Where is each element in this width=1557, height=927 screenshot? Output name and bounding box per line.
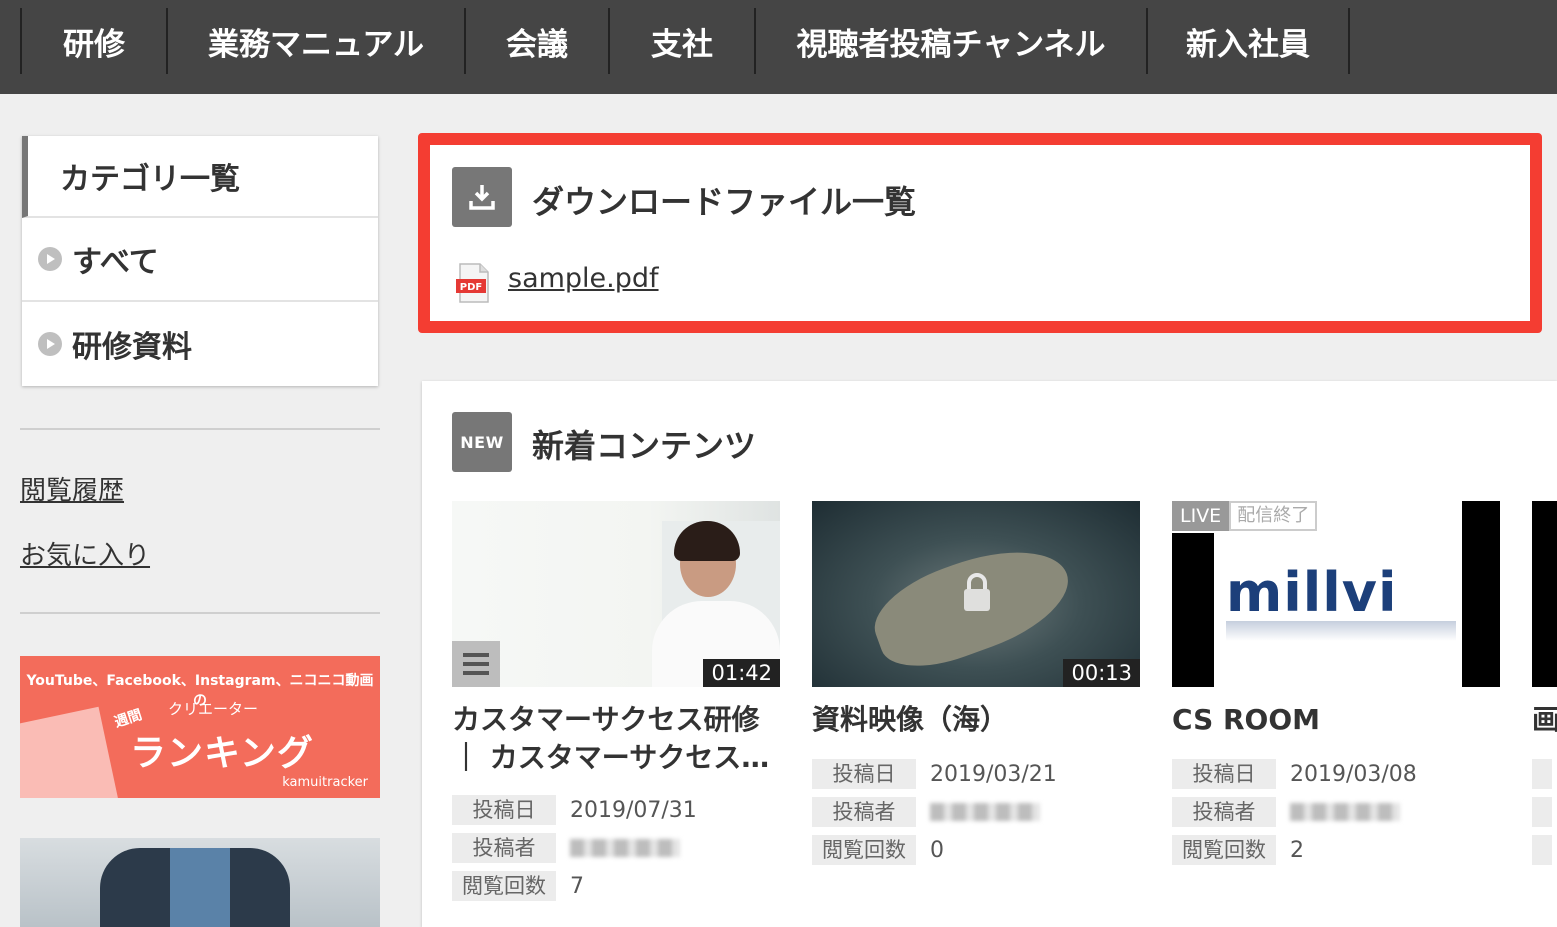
meta-label: 投稿者: [812, 797, 916, 827]
playlist-icon[interactable]: [452, 641, 500, 687]
live-thumbnail: LIVE 配信終了 millvi: [1172, 501, 1500, 687]
meta-views: 閲覧回数 0: [812, 835, 944, 865]
download-panel-title: ダウンロードファイル一覧: [532, 183, 917, 221]
banner-decoration: [20, 706, 120, 798]
meta-label: [1532, 759, 1552, 789]
video-thumbnail: 01:42: [452, 501, 780, 687]
new-contents-panel: NEW 新着コンテンツ 01:42 カスタマーサクセス研修 ｜ カスタマーサクセ…: [422, 381, 1557, 927]
video-thumbnail: [1532, 501, 1557, 687]
content-title[interactable]: 画: [1532, 701, 1557, 739]
new-contents-title: 新着コンテンツ: [532, 427, 757, 465]
category-title: カテゴリ一覧: [22, 136, 378, 218]
meta-date: [1532, 759, 1552, 789]
live-label: LIVE: [1172, 501, 1230, 531]
meta-value: 2019/07/31: [570, 797, 697, 823]
meta-value: 0: [930, 837, 944, 863]
blurred-author-name: [1290, 803, 1400, 821]
content-card[interactable]: LIVE 配信終了 millvi CS ROOM 投稿日 2019/03/08 …: [1172, 501, 1500, 921]
file-link-sample-pdf[interactable]: sample.pdf: [508, 263, 659, 294]
video-thumbnail: 00:13: [812, 501, 1140, 687]
banner-brand: kamuitracker: [282, 775, 368, 790]
meta-label: 閲覧回数: [1172, 835, 1276, 865]
nav-item-branch[interactable]: 支社: [608, 8, 754, 74]
millvi-logo: millvi: [1226, 561, 1398, 624]
content-title[interactable]: CS ROOM: [1172, 701, 1500, 739]
nav-item-manual[interactable]: 業務マニュアル: [166, 8, 464, 74]
content-title-line: カスタマーサクセス研修: [452, 703, 760, 736]
meta-date: 投稿日 2019/03/08: [1172, 759, 1417, 789]
blurred-author-name: [930, 803, 1040, 821]
meta-author: 投稿者: [1172, 797, 1400, 827]
divider: [20, 428, 380, 430]
meta-value: 2019/03/08: [1290, 761, 1417, 787]
meta-label: 投稿日: [812, 759, 916, 789]
download-file-panel: ダウンロードファイル一覧 PDF sample.pdf: [418, 133, 1542, 333]
live-status-badge: LIVE 配信終了: [1172, 501, 1318, 531]
category-label: 研修資料: [72, 330, 192, 365]
lock-icon: [960, 571, 994, 611]
meta-views: 閲覧回数 2: [1172, 835, 1304, 865]
pdf-badge-text: PDF: [460, 282, 482, 293]
new-badge-text: NEW: [460, 432, 504, 452]
content-card[interactable]: 00:13 資料映像（海） 投稿日 2019/03/21 投稿者 閲覧回数 0: [812, 501, 1140, 921]
nav-item-training[interactable]: 研修: [20, 8, 166, 74]
play-bullet-icon: [38, 332, 62, 356]
letterbox-left: [1172, 533, 1214, 687]
meta-value: 2: [1290, 837, 1304, 863]
meta-label: 投稿者: [1172, 797, 1276, 827]
meta-author: [1532, 797, 1552, 827]
content-title[interactable]: カスタマーサクセス研修 ｜ カスタマーサクセス…: [452, 701, 780, 777]
category-item-all[interactable]: すべて: [22, 218, 378, 302]
banner-sub-text: クリエーター: [168, 700, 259, 718]
video-duration: 01:42: [703, 659, 780, 687]
content-card[interactable]: 01:42 カスタマーサクセス研修 ｜ カスタマーサクセス… 投稿日 2019/…: [452, 501, 780, 921]
video-duration: 00:13: [1063, 659, 1140, 687]
meta-label: 閲覧回数: [812, 835, 916, 865]
play-bullet-icon: [38, 247, 62, 271]
category-item-training-materials[interactable]: 研修資料: [22, 302, 378, 386]
photo-banner[interactable]: [20, 838, 380, 927]
meta-views: [1532, 835, 1552, 865]
ranking-banner[interactable]: YouTube、Facebook、Instagram、ニコニコ動画の 週間 クリ…: [20, 656, 380, 798]
nav-item-new-employee[interactable]: 新入社員: [1146, 8, 1350, 74]
top-navigation: 研修 業務マニュアル 会議 支社 視聴者投稿チャンネル 新入社員: [0, 0, 1557, 94]
meta-label: [1532, 797, 1552, 827]
meta-value: 2019/03/21: [930, 761, 1057, 787]
meta-label: [1532, 835, 1552, 865]
content-title[interactable]: 資料映像（海）: [812, 701, 1140, 739]
content-card[interactable]: 画: [1532, 501, 1557, 921]
divider: [20, 612, 380, 614]
meta-label: 投稿日: [1172, 759, 1276, 789]
meta-views: 閲覧回数 7: [452, 871, 584, 901]
meta-value: 7: [570, 873, 584, 899]
letterbox-right: [1462, 501, 1500, 687]
live-status-label: 配信終了: [1229, 501, 1318, 531]
nav-item-meeting[interactable]: 会議: [464, 8, 608, 74]
pdf-file-icon: PDF: [456, 263, 490, 303]
meta-label: 投稿者: [452, 833, 556, 863]
category-box: カテゴリ一覧 すべて 研修資料: [22, 136, 378, 386]
blurred-author-name: [570, 839, 680, 857]
banner-main-text: ランキング: [130, 733, 314, 774]
meta-label: 閲覧回数: [452, 871, 556, 901]
nav-item-viewer-channel[interactable]: 視聴者投稿チャンネル: [754, 8, 1146, 74]
category-label: すべて: [72, 245, 159, 280]
history-link[interactable]: 閲覧履歴: [20, 470, 124, 507]
new-icon: NEW: [452, 412, 512, 472]
content-title-line: ｜ カスタマーサクセス…: [452, 741, 770, 774]
meta-author: 投稿者: [812, 797, 1040, 827]
meta-label: 投稿日: [452, 795, 556, 825]
banner-shirt-image: [170, 848, 230, 927]
meta-date: 投稿日 2019/03/21: [812, 759, 1057, 789]
download-icon: [452, 167, 512, 227]
meta-date: 投稿日 2019/07/31: [452, 795, 697, 825]
favorites-link[interactable]: お気に入り: [20, 535, 150, 572]
meta-author: 投稿者: [452, 833, 680, 863]
logo-reflection: [1226, 621, 1456, 641]
